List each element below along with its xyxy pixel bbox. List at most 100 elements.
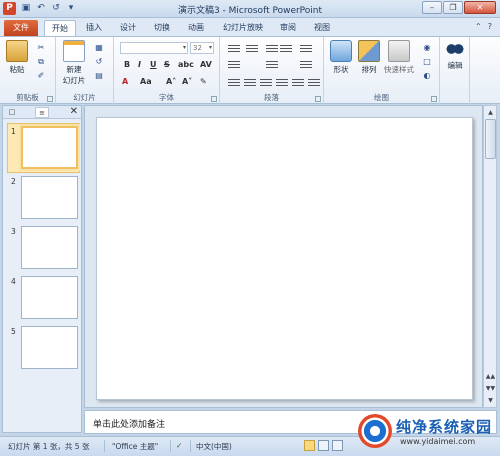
font-launcher-icon[interactable] [211, 96, 217, 102]
quick-styles-icon [388, 40, 410, 62]
copy-icon[interactable]: ⧉ [36, 57, 46, 67]
tab-insert[interactable]: 插入 [80, 20, 108, 36]
site-watermark: 纯净系统家园 www.yidaimei.com [356, 410, 498, 454]
tab-review[interactable]: 审阅 [274, 20, 302, 36]
help-icon[interactable]: ? [488, 22, 492, 31]
char-spacing-icon[interactable]: AV [200, 60, 212, 69]
normal-view-icon[interactable] [304, 440, 315, 451]
font-group-label: 字体 [159, 93, 174, 102]
line-spacing-icon[interactable] [308, 77, 320, 87]
restore-button[interactable]: ❐ [443, 1, 463, 14]
scroll-down-icon[interactable]: ▼ [485, 395, 496, 406]
font-size-combo[interactable]: 32 ▾ [190, 42, 214, 54]
slides-group-label: 幻灯片 [73, 93, 96, 102]
outline-tab-icon[interactable]: ≡ [35, 107, 49, 118]
justify-icon[interactable] [276, 77, 288, 87]
title-bar: P ▣ ↶ ↺ ▾ 演示文稿3 - Microsoft PowerPoint –… [0, 0, 500, 18]
drawing-group-label: 绘图 [374, 93, 389, 102]
tab-home[interactable]: 开始 [44, 20, 76, 36]
section-icon[interactable]: ▤ [94, 71, 104, 81]
paragraph-group-label: 段落 [264, 93, 279, 102]
shrink-font-icon[interactable]: A˅ [182, 77, 192, 86]
quick-styles-button[interactable]: 快速样式 [382, 40, 416, 75]
shape-outline-icon[interactable]: □ [422, 57, 432, 67]
shapes-button[interactable]: 形状 [328, 40, 354, 75]
tab-file[interactable]: 文件 [4, 20, 38, 36]
slides-group: 新建 幻灯片 ▦ ↺ ▤ 幻灯片 [56, 37, 114, 104]
slide-thumbnail-4[interactable] [21, 276, 78, 319]
font-name-combo[interactable]: ▾ [120, 42, 188, 54]
align-right-icon[interactable] [260, 77, 272, 87]
slides-tab-icon[interactable]: □ [5, 107, 19, 118]
watermark-title: 纯净系统家园 [396, 418, 493, 436]
strikethrough-icon[interactable]: S [164, 60, 170, 69]
slide-thumbnail-1[interactable] [21, 126, 78, 169]
slide-thumbnail-5[interactable] [21, 326, 78, 369]
grow-font-icon[interactable]: A˄ [166, 77, 176, 86]
clear-format-icon[interactable]: ✎ [200, 77, 207, 86]
language-status[interactable]: 中文(中国) [196, 441, 232, 452]
bullets-icon[interactable] [228, 43, 240, 53]
status-divider [190, 440, 191, 452]
new-slide-icon [63, 40, 85, 62]
decrease-indent-icon[interactable] [266, 43, 278, 53]
spellcheck-icon[interactable]: ✓ [176, 441, 182, 450]
ribbon: 粘贴 ✂ ⧉ ✐ 剪贴板 新建 幻灯片 ▦ ↺ ▤ 幻灯片 ▾ 32 ▾ B I … [0, 36, 500, 104]
close-icon[interactable]: ✕ [70, 106, 78, 118]
slide-count-status: 幻灯片 第 1 张，共 5 张 [8, 442, 90, 451]
slide-thumbnail-3[interactable] [21, 226, 78, 269]
paragraph-launcher-icon[interactable] [315, 96, 321, 102]
panel-header: □ ≡ ✕ [3, 106, 81, 119]
italic-icon[interactable]: I [138, 60, 141, 69]
vertical-scrollbar[interactable]: ▲ ▲▲ ▼▼ ▼ [483, 105, 497, 408]
cut-icon[interactable]: ✂ [36, 43, 46, 53]
minimize-button[interactable]: – [422, 1, 442, 14]
format-painter-icon[interactable]: ✐ [36, 71, 46, 81]
editing-button[interactable]: 编辑 [442, 40, 468, 71]
smartart-icon[interactable] [300, 59, 312, 69]
slide-editing-area [84, 105, 483, 408]
scroll-thumb[interactable] [485, 119, 496, 159]
shape-effects-icon[interactable]: ◐ [422, 71, 432, 81]
shadow-icon[interactable]: abc [178, 60, 194, 69]
tab-view[interactable]: 视图 [308, 20, 336, 36]
layout-icon[interactable]: ▦ [94, 43, 104, 53]
change-case-icon[interactable]: Aa [140, 77, 152, 86]
font-color-icon[interactable]: A [122, 77, 128, 86]
editing-group: 编辑 [440, 37, 470, 104]
drawing-launcher-icon[interactable] [431, 96, 437, 102]
underline-icon[interactable]: U [150, 60, 157, 69]
bold-icon[interactable]: B [124, 60, 130, 69]
minimize-ribbon-icon[interactable]: ⌃ [475, 22, 482, 31]
next-slide-icon[interactable]: ▼▼ [485, 383, 496, 394]
scroll-up-icon[interactable]: ▲ [485, 107, 496, 118]
clipboard-launcher-icon[interactable] [47, 96, 53, 102]
new-slide-button[interactable]: 新建 幻灯片 [60, 40, 88, 86]
tab-slideshow[interactable]: 幻灯片放映 [218, 20, 268, 36]
previous-slide-icon[interactable]: ▲▲ [485, 371, 496, 382]
align-left-icon[interactable] [228, 77, 240, 87]
tab-design[interactable]: 设计 [114, 20, 142, 36]
slide-thumbnail-2[interactable] [21, 176, 78, 219]
align-text-icon[interactable] [266, 59, 278, 69]
paste-button[interactable]: 粘贴 [4, 40, 30, 75]
distribute-icon[interactable] [292, 77, 304, 87]
close-button[interactable]: ✕ [464, 1, 496, 14]
drawing-group: 形状 排列 快速样式 ◉ □ ◐ 绘图 [324, 37, 440, 104]
thumb-number: 1 [11, 127, 16, 136]
increase-indent-icon[interactable] [280, 43, 292, 53]
tab-transitions[interactable]: 切换 [148, 20, 176, 36]
current-slide-canvas[interactable] [96, 117, 473, 400]
text-direction-icon[interactable] [228, 59, 240, 69]
paste-icon [6, 40, 28, 62]
columns-icon[interactable] [300, 43, 312, 53]
shape-fill-icon[interactable]: ◉ [422, 43, 432, 53]
arrange-button[interactable]: 排列 [356, 40, 382, 75]
slide-sorter-view-icon[interactable] [318, 440, 329, 451]
align-center-icon[interactable] [244, 77, 256, 87]
reading-view-icon[interactable] [332, 440, 343, 451]
tab-animations[interactable]: 动画 [182, 20, 210, 36]
reset-icon[interactable]: ↺ [94, 57, 104, 67]
thumb-number: 5 [11, 327, 16, 336]
numbering-icon[interactable] [246, 43, 258, 53]
